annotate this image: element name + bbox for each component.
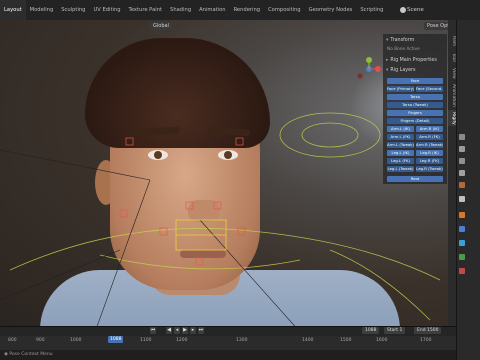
sidebar-tab-tool[interactable]: Tool: [448, 50, 456, 64]
current-frame-field[interactable]: 1088: [362, 327, 380, 334]
view-layer-properties-icon[interactable]: [459, 170, 465, 176]
timeline-tick: 1700: [420, 338, 432, 343]
play-reverse-button[interactable]: ◀: [166, 327, 172, 334]
object-properties-icon[interactable]: [459, 212, 465, 218]
tab-rendering[interactable]: Rendering: [230, 0, 265, 20]
tab-shading[interactable]: Shading: [166, 0, 195, 20]
layer-leg-l-tweak-button[interactable]: Leg.L (Tweak): [387, 166, 414, 172]
sidebar-tab-animation[interactable]: Animation: [448, 82, 456, 108]
sidebar-tab-rigify[interactable]: Rigify: [448, 110, 456, 126]
timeline-tick: 1400: [302, 338, 314, 343]
layer-arm-r-fk-button[interactable]: Arm.R (FK): [416, 134, 443, 140]
timeline-tick: 1300: [236, 338, 248, 343]
rig-layers-header[interactable]: ▾ Rig Layers: [383, 68, 447, 73]
layer-leg-r-tweak-button[interactable]: Leg.R (Tweak): [416, 166, 443, 172]
tab-animation[interactable]: Animation: [195, 0, 229, 20]
layer-face-primary-button[interactable]: Face (Primary): [387, 86, 414, 92]
rig-main-properties-header[interactable]: ▸ Rig Main Properties: [383, 58, 447, 63]
layer-fingers-detail-button[interactable]: Fingers (Detail): [387, 118, 443, 124]
play-button[interactable]: ▶: [182, 327, 188, 334]
timeline-tick: 1200: [176, 338, 188, 343]
transform-section-header[interactable]: ▾ Transform: [383, 38, 447, 43]
layer-fingers-button[interactable]: Fingers: [387, 110, 443, 116]
world-properties-icon[interactable]: [459, 196, 465, 202]
step-forward-button[interactable]: ▸: [190, 327, 196, 334]
tab-sculpting[interactable]: Sculpting: [57, 0, 89, 20]
tab-scripting[interactable]: Scripting: [356, 0, 387, 20]
layer-leg-r-fk-button[interactable]: Leg.R (FK): [416, 158, 443, 164]
layer-face-secondary-button[interactable]: Face (Second...: [416, 86, 443, 92]
modifier-properties-icon[interactable]: [459, 226, 465, 232]
layer-arm-l-ik-button[interactable]: Arm.L (IK): [387, 126, 414, 132]
layer-root-button[interactable]: Root: [387, 176, 443, 182]
layer-torso-button[interactable]: Torso: [387, 94, 443, 100]
scene-selector[interactable]: Scene: [407, 0, 424, 20]
layer-arm-r-tweak-button[interactable]: Arm.R (Tweak): [416, 142, 443, 148]
constraint-properties-icon[interactable]: [459, 254, 465, 260]
tab-texture-paint[interactable]: Texture Paint: [125, 0, 166, 20]
layer-arm-r-ik-button[interactable]: Arm.R (IK): [416, 126, 443, 132]
top-bar: Layout Modeling Sculpting UV Editing Tex…: [0, 0, 480, 21]
sidebar-tab-item[interactable]: Item: [448, 34, 456, 48]
tool-properties-icon[interactable]: [459, 134, 465, 140]
sidebar-panel: ▾ Transform No Bone Active ▸ Rig Main Prop…: [383, 34, 447, 184]
no-bone-hint: No Bone Active: [387, 47, 420, 52]
timeline-tick: 1100: [140, 338, 152, 343]
end-frame-field[interactable]: End 1500: [414, 327, 442, 334]
jump-start-button[interactable]: ⏮: [150, 327, 156, 334]
timeline-tick: 1000: [70, 338, 82, 343]
layer-torso-tweak-button[interactable]: Torso (Tweak): [387, 102, 443, 108]
navigation-gizmo[interactable]: [354, 54, 384, 84]
physics-properties-icon[interactable]: [459, 240, 465, 246]
layer-leg-r-ik-button[interactable]: Leg.R (IK): [416, 150, 443, 156]
timeline-tick: 800: [8, 338, 17, 343]
output-properties-icon[interactable]: [459, 158, 465, 164]
status-text: Pose Context Menu: [9, 352, 53, 357]
render-properties-icon[interactable]: [459, 146, 465, 152]
mouse-icon: ◉: [4, 352, 8, 357]
status-bar: ◉ Pose Context Menu: [0, 350, 456, 360]
transform-orientation-dropdown[interactable]: Global: [150, 22, 172, 30]
workspace-tabs: Layout Modeling Sculpting UV Editing Tex…: [0, 0, 387, 20]
layer-arm-l-tweak-button[interactable]: Arm.L (Tweak): [387, 142, 414, 148]
step-back-button[interactable]: ◂: [174, 327, 180, 334]
timeline-track[interactable]: [0, 336, 456, 350]
properties-editor: [456, 20, 480, 360]
scene-properties-icon[interactable]: [459, 182, 465, 188]
scene-icon: [400, 7, 406, 13]
tab-geometry-nodes[interactable]: Geometry Nodes: [305, 0, 357, 20]
timeline-tick: 1600: [376, 338, 388, 343]
timeline-tick: 1500: [340, 338, 352, 343]
timeline-tick: 900: [36, 338, 45, 343]
layer-face-button[interactable]: Face: [387, 78, 443, 84]
layer-arm-l-fk-button[interactable]: Arm.L (FK): [387, 134, 414, 140]
tab-uv-editing[interactable]: UV Editing: [89, 0, 124, 20]
start-frame-field[interactable]: Start 1: [384, 327, 406, 334]
tab-modeling[interactable]: Modeling: [26, 0, 58, 20]
sidebar-tab-view[interactable]: View: [448, 66, 456, 80]
layer-leg-l-ik-button[interactable]: Leg.L (IK): [387, 150, 414, 156]
jump-end-button[interactable]: ⏭: [198, 327, 204, 334]
material-properties-icon[interactable]: [459, 268, 465, 274]
playhead-frame[interactable]: 1088: [108, 336, 124, 343]
layer-leg-l-fk-button[interactable]: Leg.L (FK): [387, 158, 414, 164]
tab-compositing[interactable]: Compositing: [264, 0, 305, 20]
tab-layout[interactable]: Layout: [0, 0, 26, 20]
